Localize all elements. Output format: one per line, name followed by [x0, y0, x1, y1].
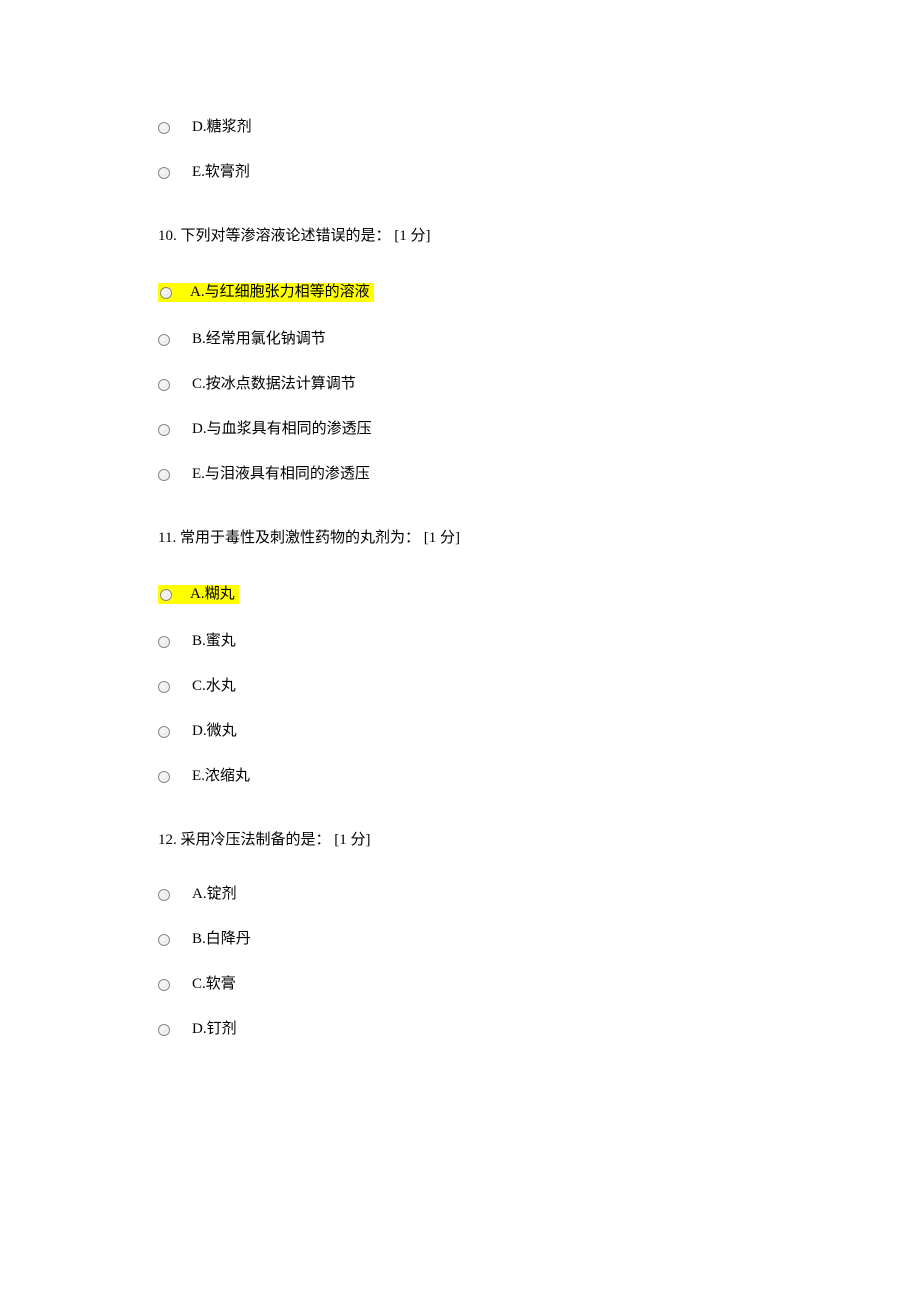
option-label: B.白降丹	[192, 932, 251, 947]
highlighted-answer: A.糊丸	[158, 585, 239, 604]
option-label: C.软膏	[192, 977, 236, 992]
option-row: A.与红细胞张力相等的溶液	[158, 283, 780, 302]
option-label: E.与泪液具有相同的渗透压	[192, 467, 370, 482]
option-label: A.锭剂	[192, 887, 237, 902]
option-label: A.与红细胞张力相等的溶液	[190, 285, 370, 300]
option-row: B.蜜丸	[158, 634, 780, 649]
radio-icon[interactable]	[158, 934, 170, 946]
option-label: A.糊丸	[190, 587, 235, 602]
option-label: E.软膏剂	[192, 165, 250, 180]
option-label: B.经常用氯化钠调节	[192, 332, 326, 347]
radio-icon[interactable]	[158, 469, 170, 481]
option-row: E.软膏剂	[158, 165, 780, 180]
option-label: D.微丸	[192, 724, 237, 739]
radio-icon[interactable]	[158, 771, 170, 783]
option-row: C.按冰点数据法计算调节	[158, 377, 780, 392]
option-row: B.白降丹	[158, 932, 780, 947]
radio-icon[interactable]	[158, 379, 170, 391]
option-row: C.软膏	[158, 977, 780, 992]
option-row: B.经常用氯化钠调节	[158, 332, 780, 347]
option-row: D.微丸	[158, 724, 780, 739]
radio-icon[interactable]	[158, 424, 170, 436]
option-row: D.与血浆具有相同的渗透压	[158, 422, 780, 437]
radio-icon[interactable]	[158, 889, 170, 901]
highlighted-answer: A.与红细胞张力相等的溶液	[158, 283, 374, 302]
radio-icon[interactable]	[160, 589, 172, 601]
radio-icon[interactable]	[158, 334, 170, 346]
radio-icon[interactable]	[158, 167, 170, 179]
question-10-text: 10. 下列对等渗溶液论述错误的是： [1 分]	[158, 224, 780, 245]
question-12-text: 12. 采用冷压法制备的是： [1 分]	[158, 828, 780, 849]
radio-icon[interactable]	[158, 122, 170, 134]
option-label: D.糖浆剂	[192, 120, 252, 135]
radio-icon[interactable]	[158, 681, 170, 693]
radio-icon[interactable]	[160, 287, 172, 299]
option-label: D.与血浆具有相同的渗透压	[192, 422, 372, 437]
radio-icon[interactable]	[158, 979, 170, 991]
option-row: A.糊丸	[158, 585, 780, 604]
option-label: B.蜜丸	[192, 634, 236, 649]
radio-icon[interactable]	[158, 726, 170, 738]
option-label: C.水丸	[192, 679, 236, 694]
option-label: D.钉剂	[192, 1022, 237, 1037]
option-row: A.锭剂	[158, 887, 780, 902]
option-label: E.浓缩丸	[192, 769, 250, 784]
option-row: E.浓缩丸	[158, 769, 780, 784]
option-label: C.按冰点数据法计算调节	[192, 377, 356, 392]
radio-icon[interactable]	[158, 636, 170, 648]
radio-icon[interactable]	[158, 1024, 170, 1036]
question-11-text: 11. 常用于毒性及刺激性药物的丸剂为： [1 分]	[158, 526, 780, 547]
option-row: D.糖浆剂	[158, 120, 780, 135]
option-row: D.钉剂	[158, 1022, 780, 1037]
option-row: E.与泪液具有相同的渗透压	[158, 467, 780, 482]
exam-page: D.糖浆剂 E.软膏剂 10. 下列对等渗溶液论述错误的是： [1 分] A.与…	[0, 0, 920, 1147]
option-row: C.水丸	[158, 679, 780, 694]
prev-question-options: D.糖浆剂 E.软膏剂	[158, 120, 780, 180]
